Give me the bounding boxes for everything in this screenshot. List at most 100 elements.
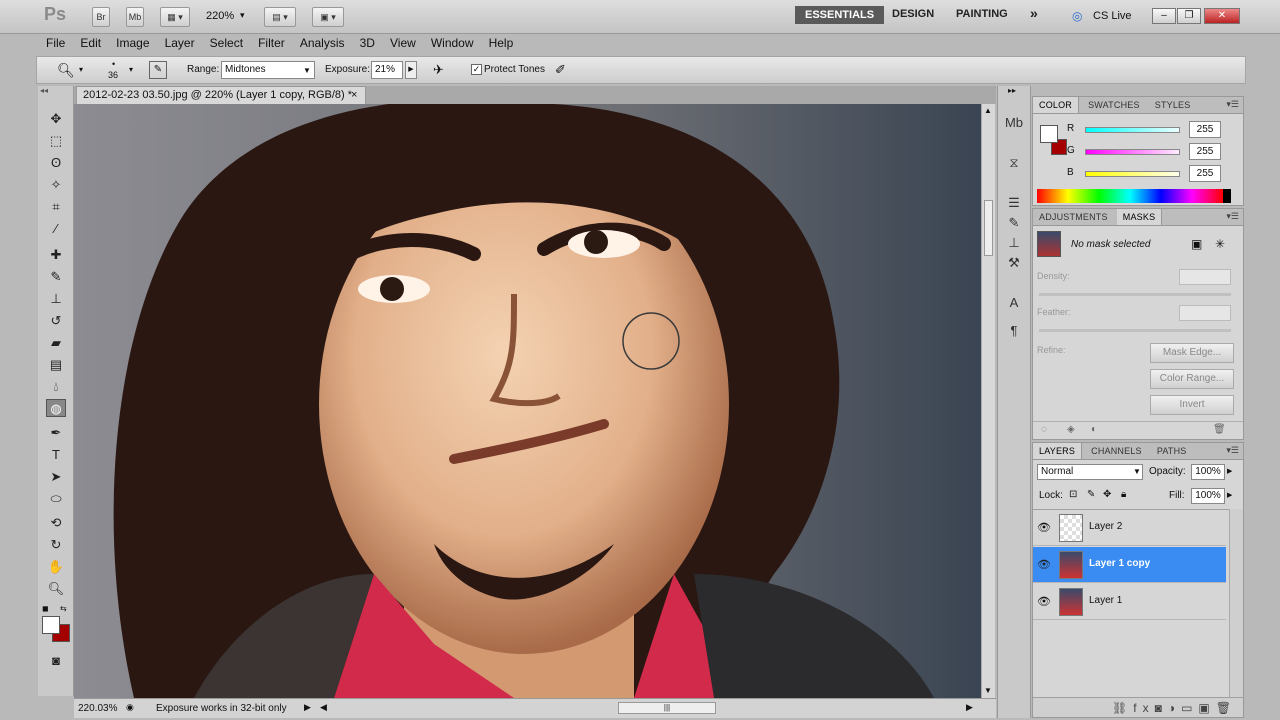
status-menu-icon[interactable]: ▶ <box>304 702 311 713</box>
blue-track[interactable] <box>1085 171 1180 177</box>
layers-scrollbar[interactable] <box>1229 509 1243 697</box>
3d-orbit-tool-icon[interactable]: ↻ <box>46 536 66 554</box>
clone-source-panel-icon[interactable]: ⊥ <box>1004 234 1024 252</box>
brush-size-value[interactable]: 36 <box>108 70 118 80</box>
scroll-down-icon[interactable]: ▼ <box>984 686 992 695</box>
brush-presets-panel-icon[interactable]: ✎ <box>1004 214 1024 232</box>
tab-color[interactable]: COLOR <box>1033 97 1080 113</box>
scroll-up-icon[interactable]: ▲ <box>984 106 992 115</box>
screen-mode-button[interactable]: ▣ ▾ <box>312 7 344 27</box>
brush-dot-icon[interactable]: • <box>112 59 115 69</box>
menu-layer[interactable]: Layer <box>165 34 195 52</box>
scroll-left-icon[interactable]: ◀ <box>320 702 327 713</box>
document-canvas[interactable] <box>74 104 981 698</box>
menu-image[interactable]: Image <box>116 34 149 52</box>
layer-row[interactable]: 👁︎ Layer 1 <box>1033 584 1226 620</box>
opacity-input[interactable]: 100% <box>1191 464 1225 480</box>
layer-style-icon[interactable]: fx <box>1133 701 1154 715</box>
shape-tool-icon[interactable]: ⬭ <box>46 490 66 508</box>
tab-swatches[interactable]: SWATCHES <box>1082 97 1146 113</box>
lock-position-icon[interactable]: ✥ <box>1103 489 1111 500</box>
scroll-right-icon[interactable]: ▶ <box>966 702 973 713</box>
blur-tool-icon[interactable]: 💧︎ <box>46 378 66 396</box>
tab-masks[interactable]: MASKS <box>1116 209 1163 225</box>
feather-slider[interactable] <box>1039 329 1231 332</box>
quick-mask-icon[interactable]: ◙ <box>46 652 66 670</box>
actions-panel-icon[interactable]: ☰ <box>1004 194 1024 212</box>
clone-stamp-tool-icon[interactable]: ⊥ <box>46 290 66 308</box>
document-tab[interactable]: 2012-02-23 03.50.jpg @ 220% (Layer 1 cop… <box>76 86 366 104</box>
layer-name[interactable]: Layer 2 <box>1089 521 1122 532</box>
quick-select-tool-icon[interactable]: ✧ <box>46 176 66 194</box>
link-layers-icon[interactable]: ⛓ <box>1112 701 1133 715</box>
sponge-tool-icon[interactable]: ◍ <box>46 399 66 417</box>
status-info-icon[interactable]: ◉ <box>126 702 134 713</box>
add-mask-icon[interactable]: ◙ <box>1155 701 1168 715</box>
tool-preset-chevron-icon[interactable]: ▾ <box>79 65 83 74</box>
density-slider[interactable] <box>1039 293 1231 296</box>
collapse-toolbar-icon[interactable]: ◂◂ <box>40 86 48 95</box>
menu-3d[interactable]: 3D <box>360 34 375 52</box>
lock-transparency-icon[interactable]: ⊡ <box>1069 489 1077 500</box>
lock-pixels-icon[interactable]: ✎ <box>1087 489 1095 500</box>
layer-name[interactable]: Layer 1 copy <box>1089 558 1150 569</box>
adjustment-layer-icon[interactable]: ◑ <box>1168 701 1181 715</box>
color-ramp-black[interactable] <box>1223 189 1231 203</box>
eraser-tool-icon[interactable]: ▰ <box>46 334 66 352</box>
zoom-chevron-icon[interactable]: ▾ <box>240 10 245 21</box>
foreground-color-swatch[interactable] <box>1040 125 1058 143</box>
opacity-slider-toggle[interactable]: ▶ <box>1227 467 1232 475</box>
fill-slider-toggle[interactable]: ▶ <box>1227 491 1232 499</box>
tab-adjustments[interactable]: ADJUSTMENTS <box>1033 209 1114 225</box>
move-tool-icon[interactable]: ✥ <box>46 110 66 128</box>
menu-select[interactable]: Select <box>210 34 243 52</box>
fill-input[interactable]: 100% <box>1191 488 1225 504</box>
layer-row[interactable]: 👁︎ Layer 2 <box>1033 510 1226 546</box>
tool-presets-panel-icon[interactable]: ⚒ <box>1004 254 1024 272</box>
history-brush-tool-icon[interactable]: ↺ <box>46 312 66 330</box>
tab-styles[interactable]: STYLES <box>1149 97 1197 113</box>
default-colors-icon[interactable]: ◼ <box>42 604 49 613</box>
delete-layer-icon[interactable]: 🗑︎ <box>1216 701 1237 715</box>
zoom-tool-icon[interactable]: 🔍︎ <box>46 580 66 598</box>
menu-filter[interactable]: Filter <box>258 34 285 52</box>
vertical-scroll-thumb[interactable] <box>984 200 993 256</box>
range-select[interactable]: Midtones <box>221 61 315 79</box>
menu-help[interactable]: Help <box>489 34 514 52</box>
swap-colors-icon[interactable]: ⇆ <box>60 604 67 613</box>
red-track[interactable] <box>1085 127 1180 133</box>
paragraph-panel-icon[interactable]: ¶ <box>1004 322 1024 340</box>
feather-input[interactable] <box>1179 305 1231 321</box>
green-track[interactable] <box>1085 149 1180 155</box>
minimize-button[interactable]: – <box>1152 8 1176 24</box>
close-document-icon[interactable]: × <box>351 87 357 104</box>
panel-menu-icon[interactable]: ▾☰ <box>1226 211 1239 222</box>
view-extras-button[interactable]: ▦ ▾ <box>160 7 190 27</box>
visibility-eye-icon[interactable]: 👁︎ <box>1037 521 1051 534</box>
visibility-eye-icon[interactable]: 👁︎ <box>1037 595 1051 608</box>
pixel-mask-icon[interactable]: ▣ <box>1191 237 1202 251</box>
workspace-essentials[interactable]: ESSENTIALS <box>795 6 885 24</box>
brush-panel-icon[interactable]: ✎ <box>149 61 167 79</box>
pen-tool-icon[interactable]: ✒ <box>46 424 66 442</box>
cslive-icon[interactable]: ◎ <box>1072 9 1082 23</box>
brush-picker-chevron-icon[interactable]: ▾ <box>129 65 133 74</box>
crop-tool-icon[interactable]: ⌗ <box>46 198 66 216</box>
horizontal-scroll-thumb[interactable]: ||| <box>618 702 716 714</box>
new-layer-icon[interactable]: ▣ <box>1198 701 1215 715</box>
red-value[interactable]: 255 <box>1189 121 1221 138</box>
zoom-level-dropdown[interactable]: 220% <box>206 10 234 22</box>
type-tool-icon[interactable]: T <box>46 446 66 464</box>
blend-mode-chevron-icon[interactable]: ▼ <box>1133 467 1141 476</box>
healing-brush-tool-icon[interactable]: ✚ <box>46 246 66 264</box>
path-selection-tool-icon[interactable]: ➤ <box>46 468 66 486</box>
workspace-painting[interactable]: PAINTING <box>956 8 1008 20</box>
brush-tool-icon[interactable]: ✎ <box>46 268 66 286</box>
tab-layers[interactable]: LAYERS <box>1033 443 1083 459</box>
cslive-button[interactable]: CS Live <box>1093 10 1132 22</box>
tablet-pressure-icon[interactable]: ✐ <box>555 62 566 78</box>
sponge-tool-icon[interactable]: 🔍︎ <box>57 62 75 79</box>
density-input[interactable] <box>1179 269 1231 285</box>
exposure-slider-toggle[interactable]: ▶ <box>405 61 417 79</box>
blend-mode-select[interactable]: Normal <box>1037 464 1143 480</box>
